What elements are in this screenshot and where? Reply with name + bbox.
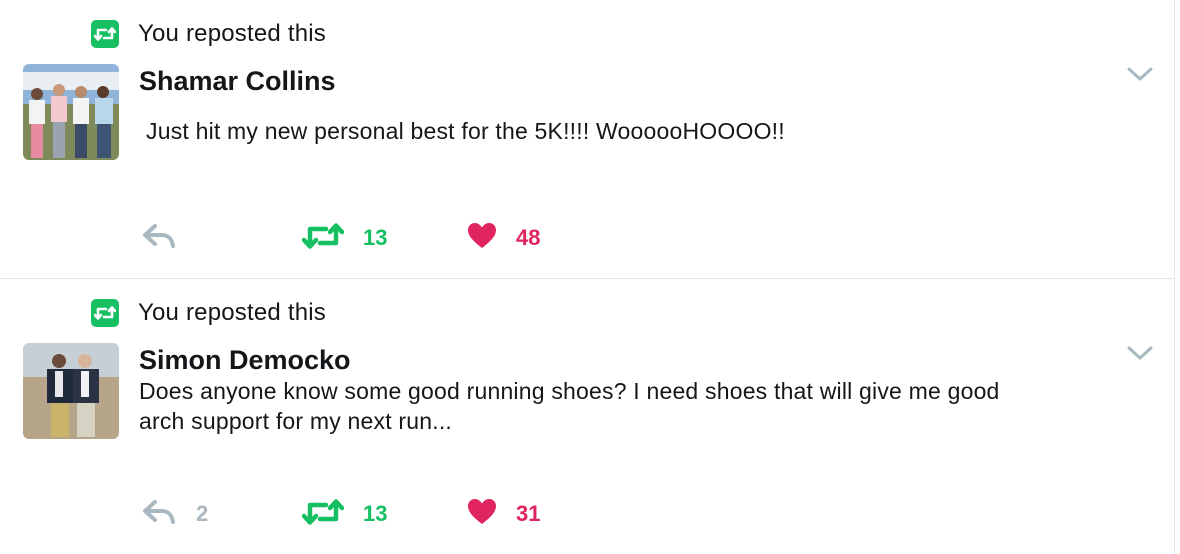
- retweet-icon: [301, 498, 345, 531]
- tweet-text: Just hit my new personal best for the 5K…: [146, 118, 785, 144]
- like-button[interactable]: 31: [467, 497, 540, 531]
- heart-icon: [467, 498, 497, 531]
- repost-context: You reposted this: [91, 299, 326, 327]
- tweet-card[interactable]: You reposted this Shamar Collins Just hi…: [0, 0, 1174, 278]
- reply-count: 2: [196, 501, 209, 526]
- avatar[interactable]: [23, 64, 119, 160]
- scrollbar-edge: [1174, 0, 1175, 554]
- author-name[interactable]: Shamar Collins: [139, 66, 336, 97]
- chevron-down-icon[interactable]: [1126, 64, 1154, 84]
- reply-button[interactable]: 2: [142, 497, 208, 531]
- repost-label: You reposted this: [138, 299, 326, 326]
- like-button[interactable]: 48: [467, 221, 540, 255]
- repost-context: You reposted this: [91, 20, 326, 48]
- avatar[interactable]: [23, 343, 119, 439]
- tweet-actions: 13 48: [142, 221, 622, 255]
- reply-icon: [142, 499, 176, 530]
- author-name[interactable]: Simon Democko: [139, 345, 351, 376]
- retweet-button[interactable]: 13: [301, 497, 388, 531]
- retweet-icon: [91, 299, 119, 327]
- retweet-icon: [301, 222, 345, 255]
- retweet-button[interactable]: 13: [301, 221, 388, 255]
- tweet-text: Does anyone know some good running shoes…: [139, 378, 1000, 434]
- heart-icon: [467, 222, 497, 255]
- tweet-actions: 2 13 31: [142, 497, 622, 531]
- tweet-card[interactable]: You reposted this Simon Democko Does any…: [0, 279, 1174, 554]
- reply-button[interactable]: [142, 221, 196, 255]
- repost-label: You reposted this: [138, 20, 326, 47]
- chevron-down-icon[interactable]: [1126, 343, 1154, 363]
- retweet-count: 13: [363, 501, 388, 526]
- like-count: 31: [516, 501, 541, 526]
- retweet-icon: [91, 20, 119, 48]
- retweet-count: 13: [363, 225, 388, 250]
- reply-icon: [142, 223, 176, 254]
- like-count: 48: [516, 225, 541, 250]
